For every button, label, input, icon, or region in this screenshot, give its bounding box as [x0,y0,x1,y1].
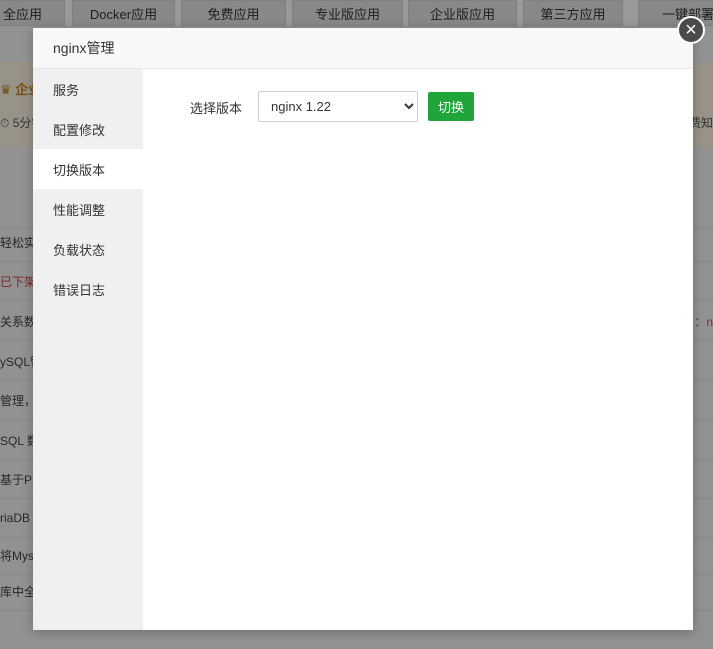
version-select-label: 选择版本 [190,101,243,116]
sidebar-item-load-status[interactable]: 负载状态 [33,229,143,269]
sidebar-item-service[interactable]: 服务 [33,69,143,109]
sidebar-item-performance-tuning[interactable]: 性能调整 [33,189,143,229]
sidebar-item-config-edit[interactable]: 配置修改 [33,109,143,149]
nginx-management-dialog: nginx管理 服务 配置修改 切换版本 性能调整 负载状态 错误日志 选择版本… [33,28,693,630]
dialog-title: nginx管理 [53,40,115,56]
close-dialog-button[interactable]: × [677,16,705,44]
sidebar-item-label: 配置修改 [53,122,106,138]
sidebar-item-label: 切换版本 [53,162,106,178]
sidebar-item-label: 错误日志 [53,282,106,298]
sidebar-item-error-log[interactable]: 错误日志 [33,269,143,309]
sidebar-item-switch-version[interactable]: 切换版本 [33,149,143,189]
switch-version-button[interactable]: 切换 [428,92,474,121]
version-select[interactable]: nginx 1.22 [258,91,418,122]
sidebar-item-label: 性能调整 [53,202,106,218]
close-icon: × [685,19,697,41]
sidebar-item-label: 负载状态 [53,242,106,258]
dialog-sidebar: 服务 配置修改 切换版本 性能调整 负载状态 错误日志 [33,69,143,630]
sidebar-item-label: 服务 [53,82,80,98]
dialog-header: nginx管理 [33,28,693,69]
switch-version-panel: 选择版本 nginx 1.22 切换 [143,69,693,630]
